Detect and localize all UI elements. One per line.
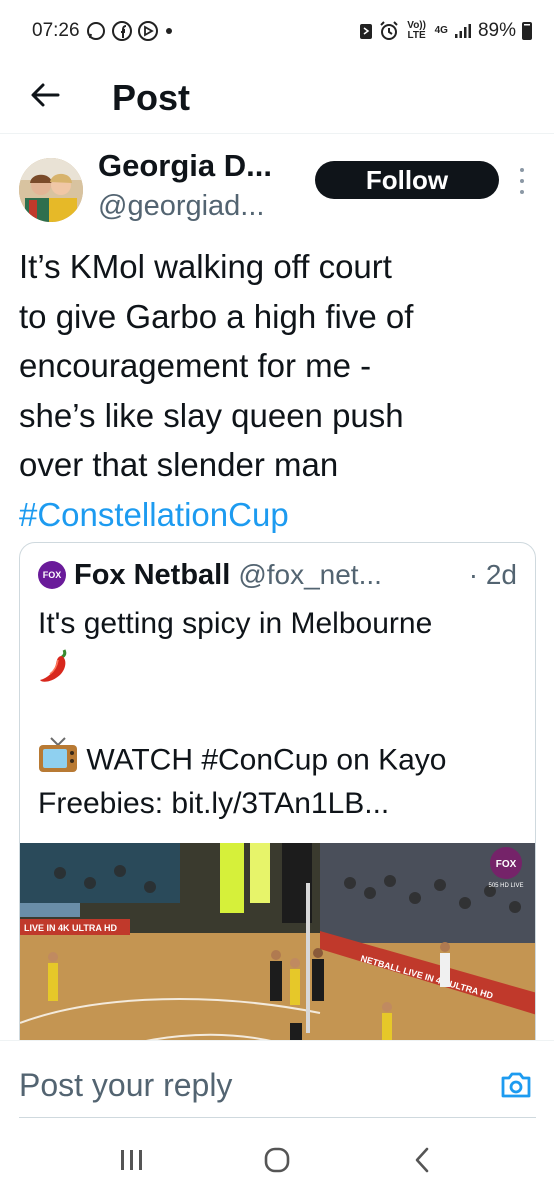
system-back-button[interactable] bbox=[392, 1132, 452, 1192]
quote-header: FOX Fox Netball @fox_net... · 2d bbox=[20, 557, 535, 593]
fox-netball-avatar: FOX bbox=[38, 561, 66, 589]
quote-text-blank-line bbox=[38, 691, 528, 736]
notification-dot-icon bbox=[164, 26, 174, 36]
chevron-left-icon bbox=[413, 1146, 431, 1179]
quote-link-line[interactable]: Freebies: bit.ly/3TAn1LB... bbox=[38, 781, 528, 826]
chili-pepper-icon bbox=[38, 646, 72, 699]
facebook-icon bbox=[111, 21, 132, 41]
home-button[interactable] bbox=[247, 1132, 307, 1192]
tweet-text: It’s KMol walking off court to give Garb… bbox=[19, 242, 539, 539]
reply-bar bbox=[0, 1040, 554, 1124]
quote-handle: @fox_net... bbox=[238, 559, 382, 590]
battery-icon bbox=[522, 22, 532, 40]
tweet-author-row: Georgia D... @georgiad... Follow bbox=[0, 140, 554, 232]
battery-percent: 89% bbox=[477, 20, 516, 41]
home-icon bbox=[263, 1146, 291, 1179]
status-left: 07:26 bbox=[32, 20, 174, 42]
tweet-text-line: over that slender man bbox=[19, 446, 339, 483]
tweet-text-line: encouragement for me - bbox=[19, 347, 372, 384]
arrow-left-icon bbox=[30, 82, 60, 113]
media-banner-left: LIVE IN 4K ULTRA HD bbox=[24, 923, 118, 933]
back-button[interactable] bbox=[0, 62, 90, 134]
volte-label: Vo)) LTE bbox=[407, 20, 426, 41]
fox-channel-text: 505 HD LIVE bbox=[488, 883, 523, 889]
tweet-text-line: to give Garbo a high five of bbox=[19, 297, 414, 335]
video-thumbnail[interactable]: LIVE IN 4K ULTRA HD NETBALL LIVE IN 4K U… bbox=[20, 843, 535, 1061]
recent-apps-button[interactable] bbox=[102, 1132, 162, 1192]
quote-text-line: It's getting spicy in Melbourne bbox=[38, 607, 433, 640]
signal-icon bbox=[454, 23, 472, 39]
user-handle[interactable]: @georgiad... bbox=[98, 190, 264, 223]
battery-saver-icon bbox=[359, 22, 373, 40]
status-time: 07:26 bbox=[32, 20, 80, 41]
status-bar: 07:26 Vo)) LTE 4G 89% bbox=[0, 0, 554, 62]
camera-icon[interactable] bbox=[500, 1071, 532, 1099]
quote-text: It's getting spicy in Melbourne WATCH #C… bbox=[38, 601, 528, 826]
fox-logo-text: FOX bbox=[496, 859, 517, 870]
network-label: 4G bbox=[434, 25, 448, 36]
reply-input[interactable] bbox=[19, 1063, 479, 1107]
navigation-icon bbox=[137, 21, 158, 41]
tv-icon bbox=[38, 736, 78, 787]
quote-display-name: Fox Netball bbox=[74, 558, 231, 591]
whatsapp-icon bbox=[86, 21, 106, 41]
hashtag-link[interactable]: #ConstellationCup bbox=[19, 490, 539, 540]
tweet-text-line: she’s like slay queen push bbox=[19, 396, 404, 434]
quote-timestamp: · 2d bbox=[468, 559, 517, 590]
recent-apps-icon bbox=[119, 1148, 145, 1177]
alarm-icon bbox=[379, 21, 399, 41]
follow-button[interactable]: Follow bbox=[315, 161, 499, 199]
tweet-text-line: It’s KMol walking off court bbox=[19, 248, 392, 285]
quote-text-watch-line: WATCH #ConCup on Kayo bbox=[38, 736, 528, 781]
quote-text-emoji-line bbox=[38, 646, 528, 691]
display-name[interactable]: Georgia D... bbox=[98, 148, 272, 184]
system-nav-bar bbox=[0, 1124, 554, 1200]
page-title: Post bbox=[112, 76, 191, 118]
status-right: Vo)) LTE 4G 89% bbox=[359, 20, 532, 42]
fox-avatar-text: FOX bbox=[42, 570, 62, 580]
avatar[interactable] bbox=[19, 158, 83, 222]
more-options-icon[interactable] bbox=[514, 166, 530, 196]
quoted-post-card[interactable]: FOX Fox Netball @fox_net... · 2d It's ge… bbox=[19, 542, 536, 1062]
reply-divider bbox=[19, 1117, 536, 1118]
quote-watch-text[interactable]: WATCH #ConCup on Kayo bbox=[86, 743, 446, 776]
top-app-bar: Post bbox=[0, 62, 554, 134]
